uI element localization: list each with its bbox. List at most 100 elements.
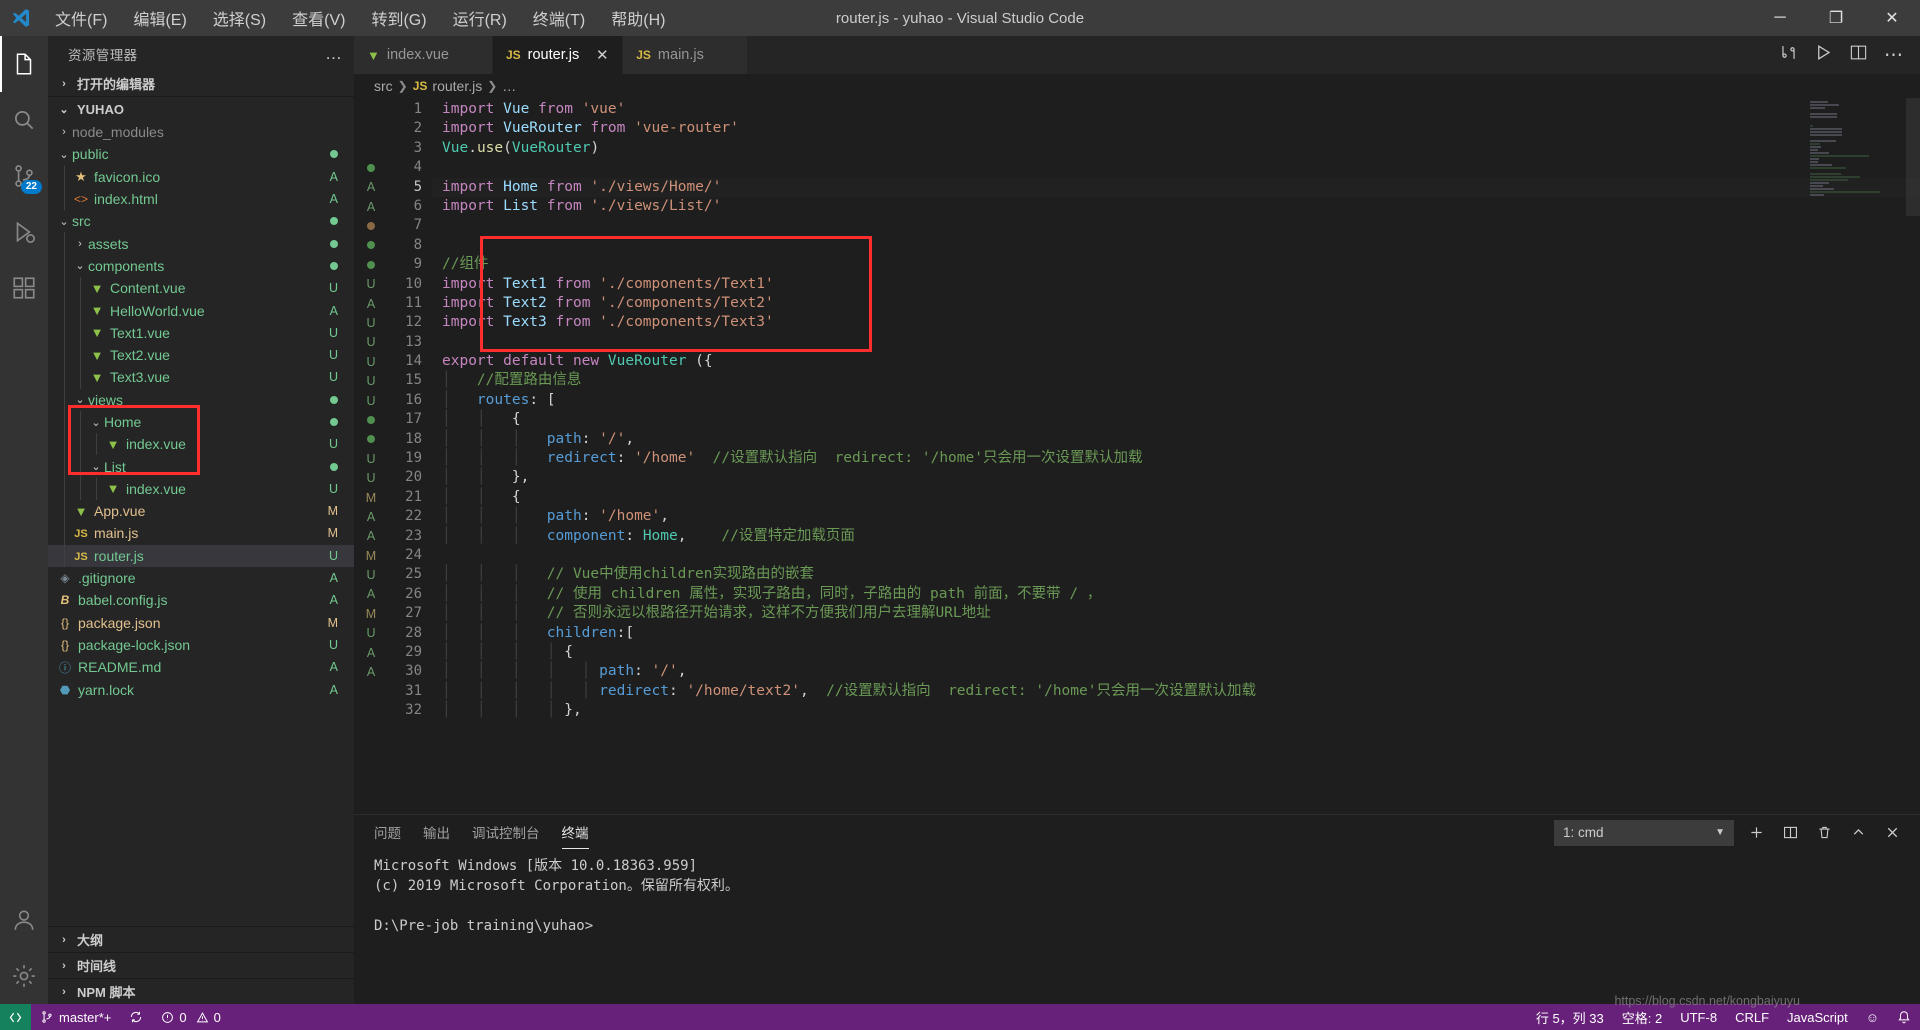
code-line[interactable]: │ //配置路由信息 [432,371,1920,390]
panel-tab-debug-console[interactable]: 调试控制台 [472,816,540,849]
settings-gear-icon[interactable] [0,948,48,1004]
editor-tabs[interactable]: ▼index.vue✕JSrouter.js✕JSmain.js✕⋯ [354,36,1920,74]
window-controls[interactable]: ─ ❐ ✕ [1752,0,1920,36]
accounts-icon[interactable] [0,892,48,948]
status-feedback-icon[interactable]: ☺ [1857,1004,1888,1030]
kill-terminal-icon[interactable] [1812,821,1836,845]
panel-tab-terminal[interactable]: 终端 [561,816,589,849]
code-line[interactable]: import Home from './views/Home/' [432,177,1920,197]
sidebar-bottom-sections[interactable]: › 大纲 › 时间线 › NPM 脚本 [48,926,354,1004]
tree-item-text1-vue[interactable]: ▼ Text1.vue U [48,321,354,344]
panel-tabs[interactable]: 问题 输出 调试控制台 终端 1: cmd ▼ [354,815,1920,850]
code-line[interactable]: Vue.use(VueRouter) [432,139,1920,158]
scrollbar-thumb[interactable] [1906,98,1920,216]
code-line[interactable]: │ │ │ // Vue中使用children实现路由的嵌套 [432,565,1920,584]
tree-item-home[interactable]: ⌄ Home [48,410,354,434]
code-line[interactable]: │ │ │ redirect: '/home' //设置默认指向 redirec… [432,449,1920,468]
split-compare-icon[interactable] [1779,43,1798,67]
code-content[interactable]: import Vue from 'vue' import VueRouter fr… [432,98,1920,814]
tree-item-src[interactable]: ⌄ src [48,210,354,232]
code-line[interactable]: │ │ }, [432,468,1920,487]
section-open-editors[interactable]: › 打开的编辑器 [48,71,354,96]
explorer-icon[interactable] [0,36,48,92]
breadcrumb-file[interactable]: router.js [432,78,482,94]
tree-item-node-modules[interactable]: › node_modules [48,121,354,143]
code-line[interactable]: import Text2 from './components/Text2' [432,294,1920,313]
tree-item-yarn-lock[interactable]: ⬣ yarn.lock A [48,678,354,700]
tab-index-vue[interactable]: ▼index.vue✕ [354,36,493,74]
maximize-panel-icon[interactable] [1846,821,1870,845]
editor-scrollbar[interactable] [1906,98,1920,814]
tree-item-text3-vue[interactable]: ▼ Text3.vue U [48,366,354,389]
status-cursor-position[interactable]: 行 5，列 33 [1527,1004,1613,1030]
tree-item-content-vue[interactable]: ▼ Content.vue U [48,277,354,300]
close-icon[interactable]: ✕ [594,46,610,64]
sidebar-section-大纲[interactable]: › 大纲 [48,926,354,952]
code-line[interactable]: │ │ │ path: '/home', [432,507,1920,526]
tree-item-main-js[interactable]: JS main.js M [48,522,354,545]
tree-item-package-lock-json[interactable]: {} package-lock.json U [48,634,354,656]
code-line[interactable]: import VueRouter from 'vue-router' [432,119,1920,138]
menu-view[interactable]: 查看(V) [279,2,358,34]
menu-bar[interactable]: 文件(F) 编辑(E) 选择(S) 查看(V) 转到(G) 运行(R) 终端(T… [42,2,678,34]
menu-help[interactable]: 帮助(H) [598,2,678,34]
code-line[interactable] [432,546,1920,565]
section-project-root[interactable]: ⌄ YUHAO [48,96,354,121]
close-button[interactable]: ✕ [1864,0,1920,36]
tree-item-readme-md[interactable]: ⓘ README.md A [48,656,354,678]
code-line[interactable]: │ │ │ │ { [432,643,1920,662]
split-editor-icon[interactable] [1849,43,1868,67]
tree-item-components[interactable]: ⌄ components [48,254,354,278]
menu-run[interactable]: 运行(R) [440,2,520,34]
run-play-icon[interactable] [1814,43,1833,67]
panel-actions[interactable]: 1: cmd ▼ [1554,819,1920,846]
more-actions-icon[interactable]: ⋯ [1884,44,1904,67]
code-line[interactable] [432,158,1920,177]
code-line[interactable]: │ routes: [ [432,391,1920,410]
code-line[interactable]: //组件 [432,255,1920,274]
split-terminal-icon[interactable] [1778,821,1802,845]
remote-window-icon[interactable] [0,1004,31,1030]
status-branch[interactable]: master*+ [31,1004,120,1030]
code-line[interactable]: │ │ │ path: '/', [432,430,1920,449]
maximize-button[interactable]: ❐ [1808,0,1864,36]
tree-item--gitignore[interactable]: ◈ .gitignore A [48,567,354,589]
status-problems[interactable]: 0 0 [152,1004,229,1030]
code-line[interactable]: │ │ │ children:[ [432,624,1920,643]
code-line[interactable]: import Text3 from './components/Text3' [432,313,1920,332]
code-line[interactable]: │ │ │ │ }, [432,701,1920,720]
code-line[interactable]: import Vue from 'vue' [432,100,1920,119]
search-icon[interactable] [0,92,48,148]
panel-tab-problems[interactable]: 问题 [374,816,401,849]
code-line[interactable]: │ │ │ │ │ redirect: '/home/text2', //设置默… [432,682,1920,701]
terminal-output[interactable]: Microsoft Windows [版本 10.0.18363.959] (c)… [354,850,1920,1004]
close-panel-icon[interactable] [1880,821,1904,845]
code-line[interactable]: │ │ │ │ │ path: '/', [432,662,1920,681]
editor-actions[interactable]: ⋯ [1763,36,1920,74]
menu-terminal[interactable]: 终端(T) [520,2,598,34]
tree-item-assets[interactable]: › assets [48,232,354,255]
code-line[interactable]: export default new VueRouter ({ [432,352,1920,371]
breadcrumb[interactable]: src ❯ JS router.js ❯ … [354,74,1920,98]
tree-item-index-vue[interactable]: ▼ index.vue U [48,477,354,501]
tree-item-index-vue[interactable]: ▼ index.vue U [48,433,354,456]
sidebar-more-icon[interactable]: … [325,44,344,64]
sidebar-section-时间线[interactable]: › 时间线 [48,952,354,978]
menu-go[interactable]: 转到(G) [358,2,439,34]
tree-item-favicon-ico[interactable]: ★ favicon.ico A [48,165,354,188]
tree-item-index-html[interactable]: <> index.html A [48,187,354,211]
code-line[interactable] [432,236,1920,255]
code-line[interactable]: │ │ { [432,410,1920,429]
tree-item-babel-config-js[interactable]: Bbabel.config.js A [48,589,354,611]
menu-edit[interactable]: 编辑(E) [120,2,199,34]
new-terminal-icon[interactable] [1744,821,1768,845]
tree-item-list[interactable]: ⌄ List [48,455,354,478]
file-tree[interactable]: › node_modules ⌄ public ★ favicon.ico A <> index… [48,121,354,926]
tree-item-package-json[interactable]: {} package.json M [48,612,354,634]
code-line[interactable]: │ │ │ // 否则永远以根路径开始请求，这样不方便我们用户去理解URL地址 [432,604,1920,623]
tree-item-text2-vue[interactable]: ▼ Text2.vue U [48,343,354,367]
menu-file[interactable]: 文件(F) [42,2,120,34]
code-line[interactable] [432,216,1920,235]
status-sync[interactable] [120,1004,152,1030]
breadcrumb-src[interactable]: src [374,78,393,94]
